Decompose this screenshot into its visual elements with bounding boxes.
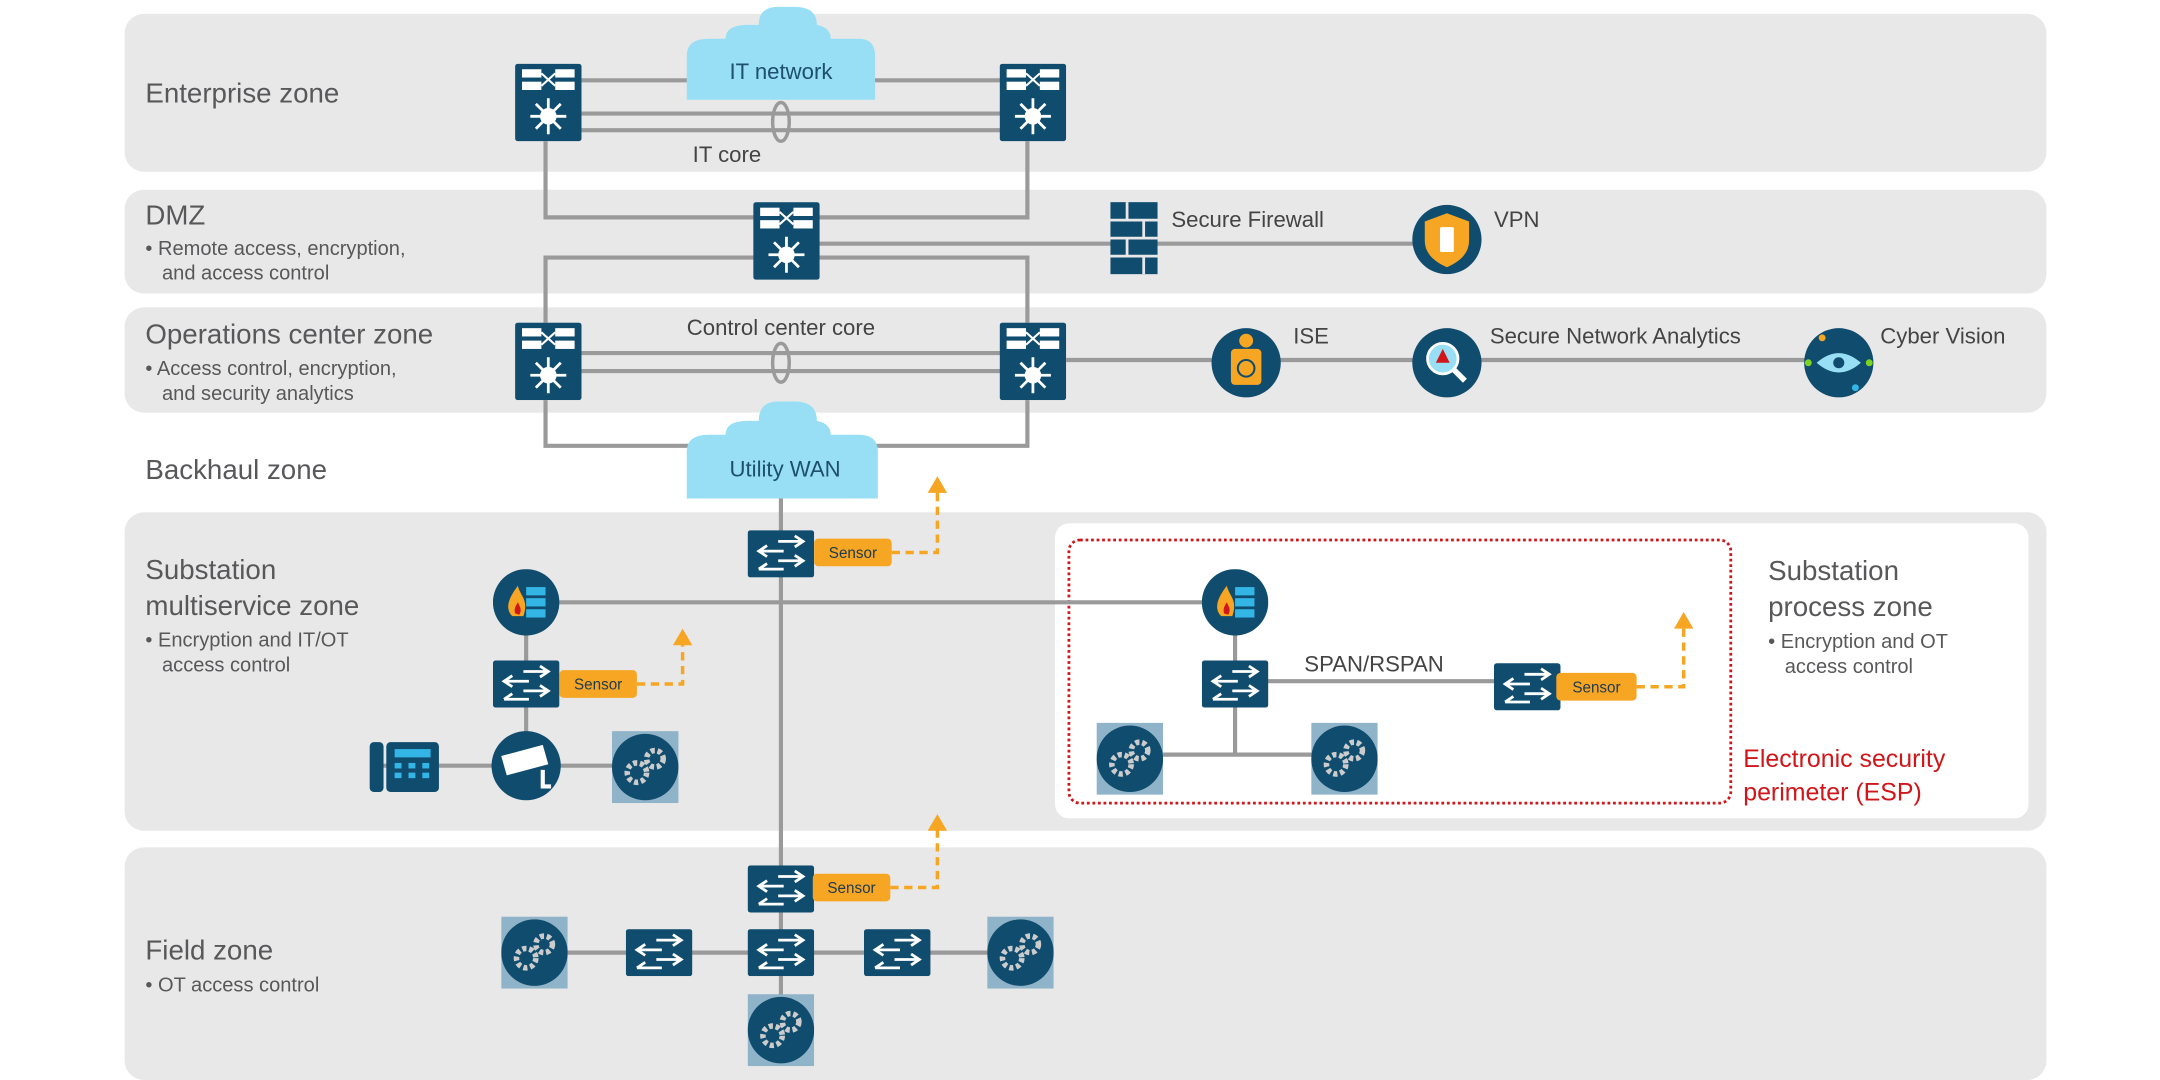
vpn-shield-icon [1412, 204, 1482, 275]
ied-gears-icon[interactable] [501, 917, 567, 989]
process-sensor-switch[interactable] [1494, 661, 1561, 713]
ops-bullet: and security analytics [162, 383, 354, 405]
ied-gears-icon[interactable] [612, 731, 678, 803]
enterprise-zone [124, 13, 2047, 172]
control-core-switch-right[interactable] [999, 322, 1067, 401]
dmz-bullet: • Remote access, encryption, [145, 238, 405, 260]
ise-label: ISE [1293, 323, 1329, 348]
sensor-badge: Sensor [559, 670, 637, 698]
sensor-badge: Sensor [814, 538, 892, 567]
utility-wan-cloud: Utility WAN [686, 401, 878, 499]
cyber-vision-eye-icon [1804, 328, 1874, 398]
ise-fingerprint-icon [1211, 328, 1281, 398]
svg-text:Sensor: Sensor [827, 880, 875, 897]
it-core-switch-right[interactable] [999, 63, 1067, 142]
svg-text:IT network: IT network [729, 59, 833, 84]
ops-zone-title: Operations center zone [145, 318, 433, 349]
enterprise-zone-title: Enterprise zone [145, 77, 339, 108]
process-bullet: access control [1785, 656, 1913, 678]
span-rspan-label: SPAN/RSPAN [1304, 652, 1443, 677]
backhaul-zone-title: Backhaul zone [145, 454, 327, 485]
ied-gears-icon[interactable] [987, 917, 1053, 989]
multiservice-switch[interactable] [492, 660, 560, 708]
ied-gears-icon[interactable] [748, 994, 814, 1066]
secure-firewall-label: Secure Firewall [1171, 207, 1324, 232]
dmz-switch[interactable] [753, 202, 820, 280]
svg-text:Sensor: Sensor [829, 545, 877, 562]
dmz-title: DMZ [145, 199, 205, 230]
network-diagram: Enterprise zone DMZ • Remote access, enc… [124, 6, 2047, 1080]
field-switch[interactable] [747, 929, 815, 977]
process-title: process zone [1768, 591, 1933, 622]
it-core-switch-left[interactable] [515, 63, 582, 142]
svg-text:Utility WAN: Utility WAN [730, 456, 841, 481]
multiservice-firewall-icon[interactable] [492, 569, 560, 636]
dmz-bullet: and access control [162, 263, 329, 285]
it-core-label: IT core [693, 142, 761, 167]
process-switch[interactable] [1201, 660, 1269, 708]
multiservice-title: Substation [145, 554, 276, 585]
multiservice-bullet: • Encryption and IT/OT [145, 630, 348, 652]
process-firewall-icon[interactable] [1201, 569, 1269, 636]
field-switch[interactable] [864, 929, 931, 977]
control-center-core-label: Control center core [687, 315, 875, 340]
sensor-badge: Sensor [1556, 672, 1637, 701]
sna-label: Secure Network Analytics [1490, 323, 1741, 348]
field-aggregation-switch[interactable] [747, 865, 815, 913]
svg-text:Sensor: Sensor [574, 677, 622, 694]
esp-label: Electronic security [1743, 745, 1946, 773]
field-bullet: • OT access control [145, 974, 319, 996]
analytics-magnifier-icon [1412, 328, 1482, 398]
esp-label: perimeter (ESP) [1743, 778, 1922, 806]
sensor-badge: Sensor [812, 873, 891, 902]
svg-text:Sensor: Sensor [1572, 679, 1620, 696]
ops-bullet: • Access control, encryption, [145, 358, 396, 380]
field-zone-title: Field zone [145, 935, 273, 966]
ied-gears-icon[interactable] [1311, 723, 1377, 795]
vpn-label: VPN [1494, 207, 1540, 232]
ied-gears-icon[interactable] [1097, 723, 1163, 795]
multiservice-title: multiservice zone [145, 590, 359, 621]
multiservice-bullet: access control [162, 655, 290, 677]
field-switch[interactable] [625, 929, 693, 977]
process-title: Substation [1768, 555, 1899, 586]
ip-phone-icon [369, 742, 439, 792]
firewall-icon [1110, 202, 1158, 275]
field-zone [124, 847, 2047, 1080]
process-bullet: • Encryption and OT [1768, 631, 1948, 653]
cyber-vision-label: Cyber Vision [1880, 323, 2005, 348]
backhaul-switch[interactable] [747, 530, 815, 578]
video-camera-icon [491, 731, 561, 801]
control-core-switch-left[interactable] [515, 322, 582, 401]
